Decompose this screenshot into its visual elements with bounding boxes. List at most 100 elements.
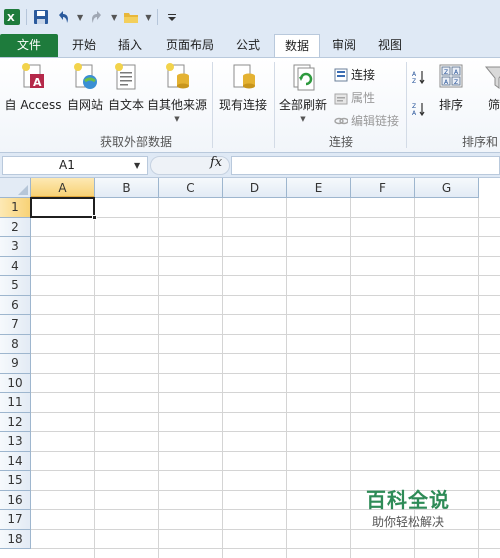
name-box[interactable]: A1 (2, 156, 148, 175)
text-file-icon (111, 62, 141, 92)
group-separator (406, 62, 407, 148)
gridline-vertical (222, 198, 223, 558)
sort-ascending-icon: AZ (412, 70, 426, 85)
undo-dropdown-icon[interactable]: ▼ (77, 13, 83, 22)
gridline-horizontal (31, 333, 500, 335)
row-header-5[interactable]: 5 (0, 276, 31, 296)
tab-page-layout[interactable]: 页面布局 (158, 34, 222, 57)
row-header-6[interactable]: 6 (0, 295, 31, 315)
sort-button[interactable]: ZAAZ 排序 (436, 62, 466, 113)
column-header-c[interactable]: C (159, 178, 223, 198)
sort-dialog-icon: ZAAZ (436, 62, 466, 92)
redo-icon[interactable] (89, 9, 105, 25)
name-box-dropdown-icon[interactable]: ▼ (134, 161, 140, 170)
insert-function-icon[interactable]: fx (210, 155, 222, 170)
column-header-d[interactable]: D (223, 178, 287, 198)
select-all-corner[interactable] (0, 178, 31, 198)
connections-icon (334, 68, 348, 82)
qat-separator (157, 9, 159, 25)
row-header-1[interactable]: 1 (0, 198, 31, 218)
access-db-icon: A (18, 62, 48, 92)
filter-button[interactable]: 筛 (482, 62, 500, 113)
quick-access-toolbar: X ▼ ▼ ▼ (0, 0, 500, 34)
sort-descending-button[interactable]: ZA (412, 102, 426, 117)
gridline-horizontal (31, 294, 500, 296)
gridline-horizontal (31, 275, 500, 276)
sort-ascending-button[interactable]: AZ (412, 70, 426, 85)
tab-home[interactable]: 开始 (64, 34, 104, 57)
gridline-horizontal (31, 255, 500, 257)
from-web-label: 自网站 (66, 98, 103, 112)
active-cell[interactable] (30, 197, 97, 220)
customize-qat-icon[interactable] (164, 9, 180, 25)
tab-file[interactable]: 文件 (0, 34, 58, 57)
gridline-horizontal (31, 431, 500, 432)
row-header-14[interactable]: 14 (0, 451, 31, 471)
redo-dropdown-icon[interactable]: ▼ (111, 13, 117, 22)
edit-links-label: 编辑链接 (351, 114, 400, 128)
ribbon-tabs: 文件 开始 插入 页面布局 公式 数据 审阅 视图 (0, 34, 500, 58)
column-header-g[interactable]: G (415, 178, 479, 198)
row-header-11[interactable]: 11 (0, 393, 31, 413)
row-header-13[interactable]: 13 (0, 432, 31, 452)
formula-input[interactable] (231, 156, 500, 175)
row-header-10[interactable]: 10 (0, 373, 31, 393)
open-folder-icon[interactable] (123, 9, 139, 25)
svg-text:A: A (412, 71, 417, 78)
connections-button[interactable]: 连接 (334, 66, 375, 83)
svg-text:Z: Z (444, 69, 448, 76)
refresh-all-button[interactable]: 全部刷新 ▼ (276, 62, 330, 123)
sort-label: 排序 (438, 98, 463, 112)
filter-funnel-icon (482, 62, 500, 92)
existing-connections-button[interactable]: 现有连接 (216, 62, 270, 113)
row-header-17[interactable]: 17 (0, 510, 31, 530)
properties-label: 属性 (351, 91, 376, 105)
svg-text:A: A (412, 110, 417, 116)
row-header-12[interactable]: 12 (0, 412, 31, 432)
column-header-b[interactable]: B (95, 178, 159, 198)
edit-links-button[interactable]: 编辑链接 (334, 112, 399, 129)
row-header-15[interactable]: 15 (0, 471, 31, 491)
undo-icon[interactable] (55, 9, 71, 25)
gridline-vertical (158, 198, 159, 558)
from-web-button[interactable]: 自网站 (64, 62, 106, 113)
connections-label: 连接 (351, 68, 376, 82)
group-separator (274, 62, 275, 148)
row-header-4[interactable]: 4 (0, 256, 31, 276)
row-header-18[interactable]: 18 (0, 529, 31, 549)
properties-button[interactable]: 属性 (334, 89, 375, 106)
row-header-3[interactable]: 3 (0, 237, 31, 257)
group-label-get-external-data: 获取外部数据 (99, 135, 172, 149)
tab-review[interactable]: 审阅 (324, 34, 364, 57)
group-sort-filter: AZ ZA ZAAZ 排序 筛 排序和 (408, 58, 500, 153)
tab-view[interactable]: 视图 (370, 34, 410, 57)
refresh-all-label: 全部刷新 (278, 98, 327, 112)
column-header-f[interactable]: F (351, 178, 415, 198)
open-dropdown-icon[interactable]: ▼ (145, 13, 151, 22)
row-header-16[interactable]: 16 (0, 490, 31, 510)
row-header-9[interactable]: 9 (0, 354, 31, 374)
from-text-button[interactable]: 自文本 (106, 62, 146, 113)
row-header-7[interactable]: 7 (0, 315, 31, 335)
existing-connections-icon (228, 62, 258, 92)
tab-formulas[interactable]: 公式 (228, 34, 268, 57)
ribbon: A 自 Access 自网站 自文本 自其他来源 ▼ 现有连接 获取外部数据 全… (0, 57, 500, 153)
tab-insert[interactable]: 插入 (110, 34, 150, 57)
chevron-down-icon: ▼ (174, 115, 180, 123)
column-header-a[interactable]: A (31, 178, 95, 198)
sort-descending-icon: ZA (412, 102, 426, 117)
save-icon[interactable] (33, 9, 49, 25)
from-access-button[interactable]: A 自 Access (2, 62, 64, 113)
gridline-horizontal (31, 411, 500, 413)
row-header-8[interactable]: 8 (0, 334, 31, 354)
svg-text:X: X (7, 13, 15, 24)
fill-handle[interactable] (92, 214, 97, 220)
column-header-e[interactable]: E (287, 178, 351, 198)
gridline-horizontal (31, 216, 500, 218)
gridline-horizontal (31, 450, 500, 452)
properties-icon (334, 91, 348, 105)
from-text-label: 自文本 (107, 98, 144, 112)
row-header-2[interactable]: 2 (0, 217, 31, 237)
from-other-sources-button[interactable]: 自其他来源 ▼ (146, 62, 208, 123)
tab-data[interactable]: 数据 (274, 34, 320, 58)
